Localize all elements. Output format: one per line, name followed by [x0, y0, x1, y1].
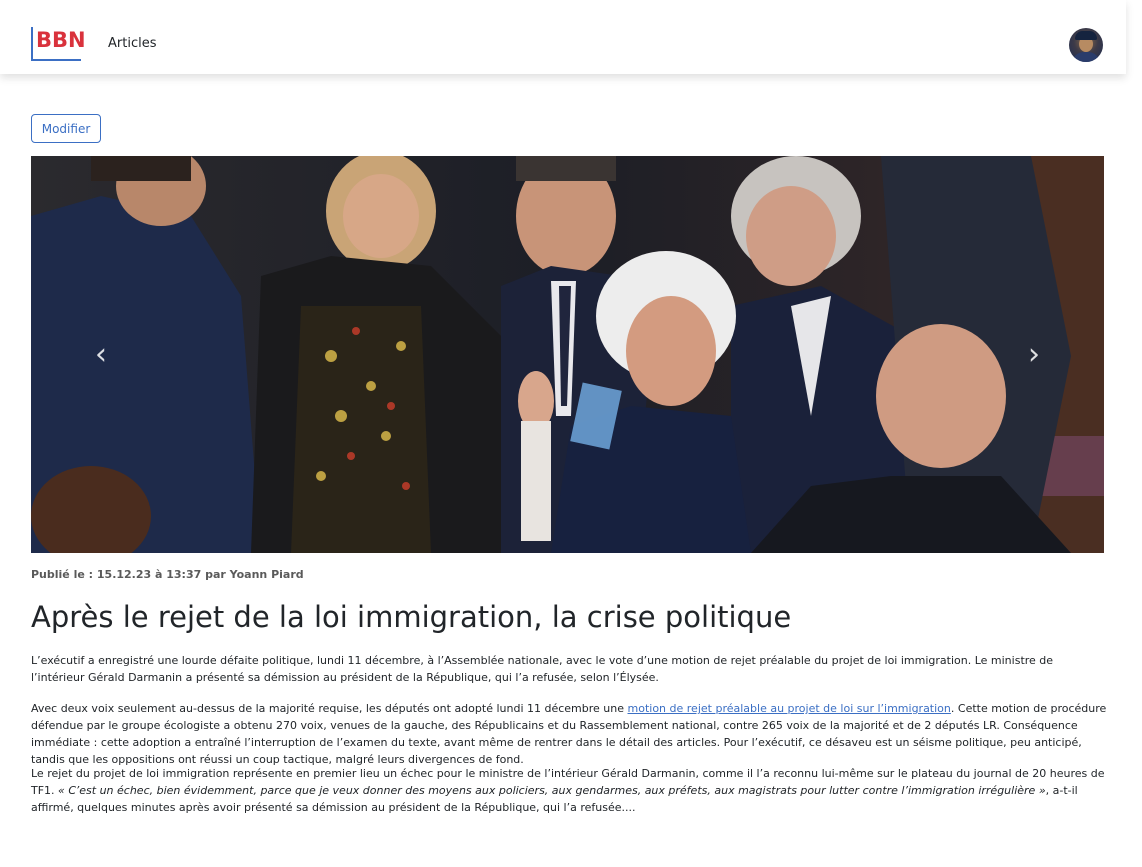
article-paragraph: Avec deux voix seulement au-dessus de la… — [31, 700, 1107, 768]
chevron-right-icon: › — [1028, 337, 1040, 372]
carousel-prev-button[interactable]: ‹ — [31, 156, 181, 553]
article-paragraph: Le rejet du projet de loi immigration re… — [31, 765, 1107, 816]
top-navbar: BBN Articles — [0, 0, 1126, 74]
nav-link-articles[interactable]: Articles — [108, 36, 156, 51]
edit-article-button[interactable]: Modifier — [31, 114, 101, 143]
motion-link[interactable]: motion de rejet préalable au projet de l… — [628, 702, 951, 715]
quote-text: « C’est un échec, bien évidemment, parce… — [58, 784, 1046, 797]
image-carousel: ‹ › — [31, 156, 1104, 553]
article-paragraph: L’exécutif a enregistré une lourde défai… — [31, 654, 1054, 684]
brand-name: BBN — [36, 28, 86, 52]
article-title: Après le rejet de la loi immigration, la… — [31, 600, 792, 634]
article-meta: Publié le : 15.12.23 à 13:37 par Yoann P… — [31, 568, 304, 581]
user-avatar[interactable] — [1069, 28, 1103, 62]
paragraph-text: Avec deux voix seulement au-dessus de la… — [31, 702, 628, 715]
carousel-next-button[interactable]: › — [954, 156, 1104, 553]
brand-logo[interactable]: BBN — [31, 27, 86, 61]
article-photo — [31, 156, 1104, 553]
avatar-body — [1072, 52, 1100, 62]
chevron-left-icon: ‹ — [95, 337, 107, 372]
avatar-hat — [1075, 31, 1097, 40]
